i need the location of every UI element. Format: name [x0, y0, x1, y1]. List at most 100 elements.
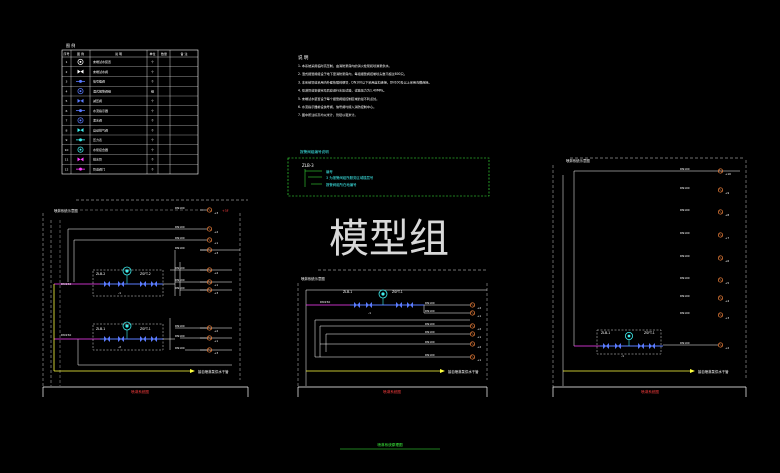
branch-pipe-label: DN100 — [425, 330, 435, 334]
left-tag-2: ZSFT-1 — [140, 327, 151, 331]
branch-pipe-label: DN100 — [425, 322, 435, 326]
legend-row-label: 泄水阀 — [93, 118, 102, 123]
left-title: 喷淋系统图 — [131, 389, 149, 394]
branch-pipe-label: DN100 — [425, 353, 435, 357]
middle-title: 喷淋系统图 — [383, 389, 401, 394]
note-line: 3. 本系统管道采用内外壁热镀锌钢管，DN100以下采用丝扣连接，DN100及以… — [298, 79, 431, 84]
valve-icon — [77, 58, 84, 65]
left-tag-1: ZSFT-2 — [140, 272, 151, 276]
sprinkler-head-icon — [469, 323, 476, 329]
legend-row-unit: 个 — [151, 99, 154, 103]
floor-label: +2 — [214, 329, 218, 333]
legend-header: 单位 — [149, 51, 155, 56]
left-mark-1: -1 — [118, 291, 121, 295]
page-caption: 喷淋系统原理图 — [340, 442, 440, 450]
legend-header: 数量 — [161, 51, 167, 56]
note-line: 5. 末端试水装置设于每个报警阀组控制区域的最不利点处。 — [298, 96, 379, 101]
sprinkler-head-icon — [717, 277, 724, 283]
butterfly-valve-icon — [104, 281, 157, 342]
legend-row-number: 9 — [66, 138, 68, 142]
legend-row-label: 水流指示器 — [93, 108, 108, 113]
sprinkler-head-icon — [469, 302, 476, 308]
legend-row-unit: 个 — [151, 109, 154, 113]
floor-label: +3 — [214, 251, 218, 255]
middle-inlet: DN150 — [320, 300, 330, 304]
legend-row-unit: 个 — [151, 60, 154, 64]
branch-pipe-label: DN100 — [680, 254, 690, 258]
floor-label: +3 — [725, 316, 729, 320]
left-top-label: +3F — [222, 209, 229, 213]
floor-label: +9 — [725, 191, 729, 195]
middle-tag: ZSFT-1 — [392, 290, 403, 294]
floor-label: +4 — [725, 299, 729, 303]
floor-label: +2 — [214, 271, 218, 275]
legend-header: 说 明 — [115, 51, 122, 56]
key-line-2: 3 为报警阀组所服务区域楼层号 — [326, 175, 374, 180]
branch-pipe-label: DN100 — [175, 236, 185, 240]
legend-row-number: 11 — [65, 158, 69, 162]
legend-row-unit: 个 — [151, 148, 154, 152]
floor-label: +1 — [477, 335, 481, 339]
sprinkler-head-icon — [717, 209, 724, 215]
floor-label: +1 — [214, 339, 218, 343]
key-title: 报警阀组编号说明 — [300, 149, 329, 154]
pipe-icon — [77, 157, 84, 162]
left-valve-2: ZLB-1 — [96, 327, 105, 331]
valve-code-key: 报警阀组编号说明 ZLB-3 编号 3 为报警阀组所服务区域楼层号 报警阀组所在… — [287, 149, 490, 197]
notes-title: 说 明 — [298, 54, 309, 61]
legend-row-number: 1 — [66, 60, 68, 64]
sprinkler-head-icon — [469, 341, 476, 347]
branch-pipe-label: DN100 — [680, 231, 690, 235]
floor-label: +1 — [477, 314, 481, 318]
gate-valve-icon — [76, 167, 85, 171]
reducer-icon — [77, 98, 84, 103]
branch-pipe-label: DN100 — [680, 186, 690, 190]
note-line: 6. 水流指示器前设信号阀，信号阀均接入消防控制中心。 — [298, 104, 376, 109]
floor-label: +2 — [477, 345, 481, 349]
sprinkler-head-icon — [717, 232, 724, 238]
floor-label: +1 — [477, 358, 481, 362]
left-inlet-label: DN150 — [61, 282, 71, 286]
alarm-valve-icon — [625, 331, 634, 346]
right-title: 喷淋系统图 — [641, 389, 659, 394]
valve-icon — [77, 69, 84, 74]
branch-pipe-label: DN100 — [680, 341, 690, 345]
branch-pipe-label: DN100 — [175, 334, 185, 338]
branch-pipe-label: DN100 — [175, 278, 185, 282]
key-line-3: 报警阀组所在地编号 — [326, 182, 357, 187]
alarm-valve-icon — [77, 88, 84, 95]
legend-row-label: 湿式报警阀组 — [93, 88, 111, 93]
alarm-valve-icon — [378, 289, 388, 305]
legend-header: 图 例 — [77, 51, 84, 56]
left-supply-text: 接自喷淋泵供水干管 — [198, 369, 229, 374]
floor-label: +3 — [214, 291, 218, 295]
legend-row-number: 4 — [66, 89, 68, 93]
sprinkler-head-icon — [717, 187, 724, 193]
sprinkler-head-icon — [717, 312, 724, 318]
legend-row-number: 10 — [65, 148, 69, 152]
legend-row-label: 末端试水装置 — [93, 59, 111, 64]
floor-label: +2 — [477, 306, 481, 310]
branch-pipe-label: DN100 — [680, 276, 690, 280]
left-sprinkler-diagram: 喷淋系统示意图 喷淋系统图 接自喷淋泵供水干管 DN150 DN150 ZLB-… — [42, 199, 249, 397]
legend-row-number: 8 — [66, 128, 68, 132]
legend-row-unit: 个 — [151, 158, 154, 162]
sprinkler-head-icon — [717, 342, 724, 348]
butterfly-valve-icon — [76, 79, 85, 83]
middle-valve: ZLB-1 — [343, 290, 352, 294]
legend-header: 序号 — [63, 51, 69, 56]
floor-label: +6 — [725, 259, 729, 263]
branch-pipe-label: DN100 — [175, 324, 185, 328]
vent-icon — [77, 128, 84, 133]
left-mark-2: -2 — [118, 345, 121, 349]
floor-label: +7 — [725, 236, 729, 240]
branch-pipe-label: DN100 — [175, 246, 185, 250]
branch-pipe-label: DN100 — [680, 167, 690, 171]
legend-row-label: 末端试水阀 — [93, 69, 108, 74]
note-line: 2. 湿式报警阀组设于地下室消防泵房内，每组报警阀控制喷头数不超过800只。 — [298, 71, 407, 76]
note-line: 1. 本系统采用临时高压制，由消防泵房内的消火栓泵和喷淋泵供水。 — [298, 63, 392, 68]
legend-row-unit: 个 — [151, 128, 154, 132]
sprinkler-head-icon — [206, 226, 213, 232]
sprinkler-head-icon — [717, 255, 724, 261]
sprinkler-head-icon — [206, 207, 213, 213]
